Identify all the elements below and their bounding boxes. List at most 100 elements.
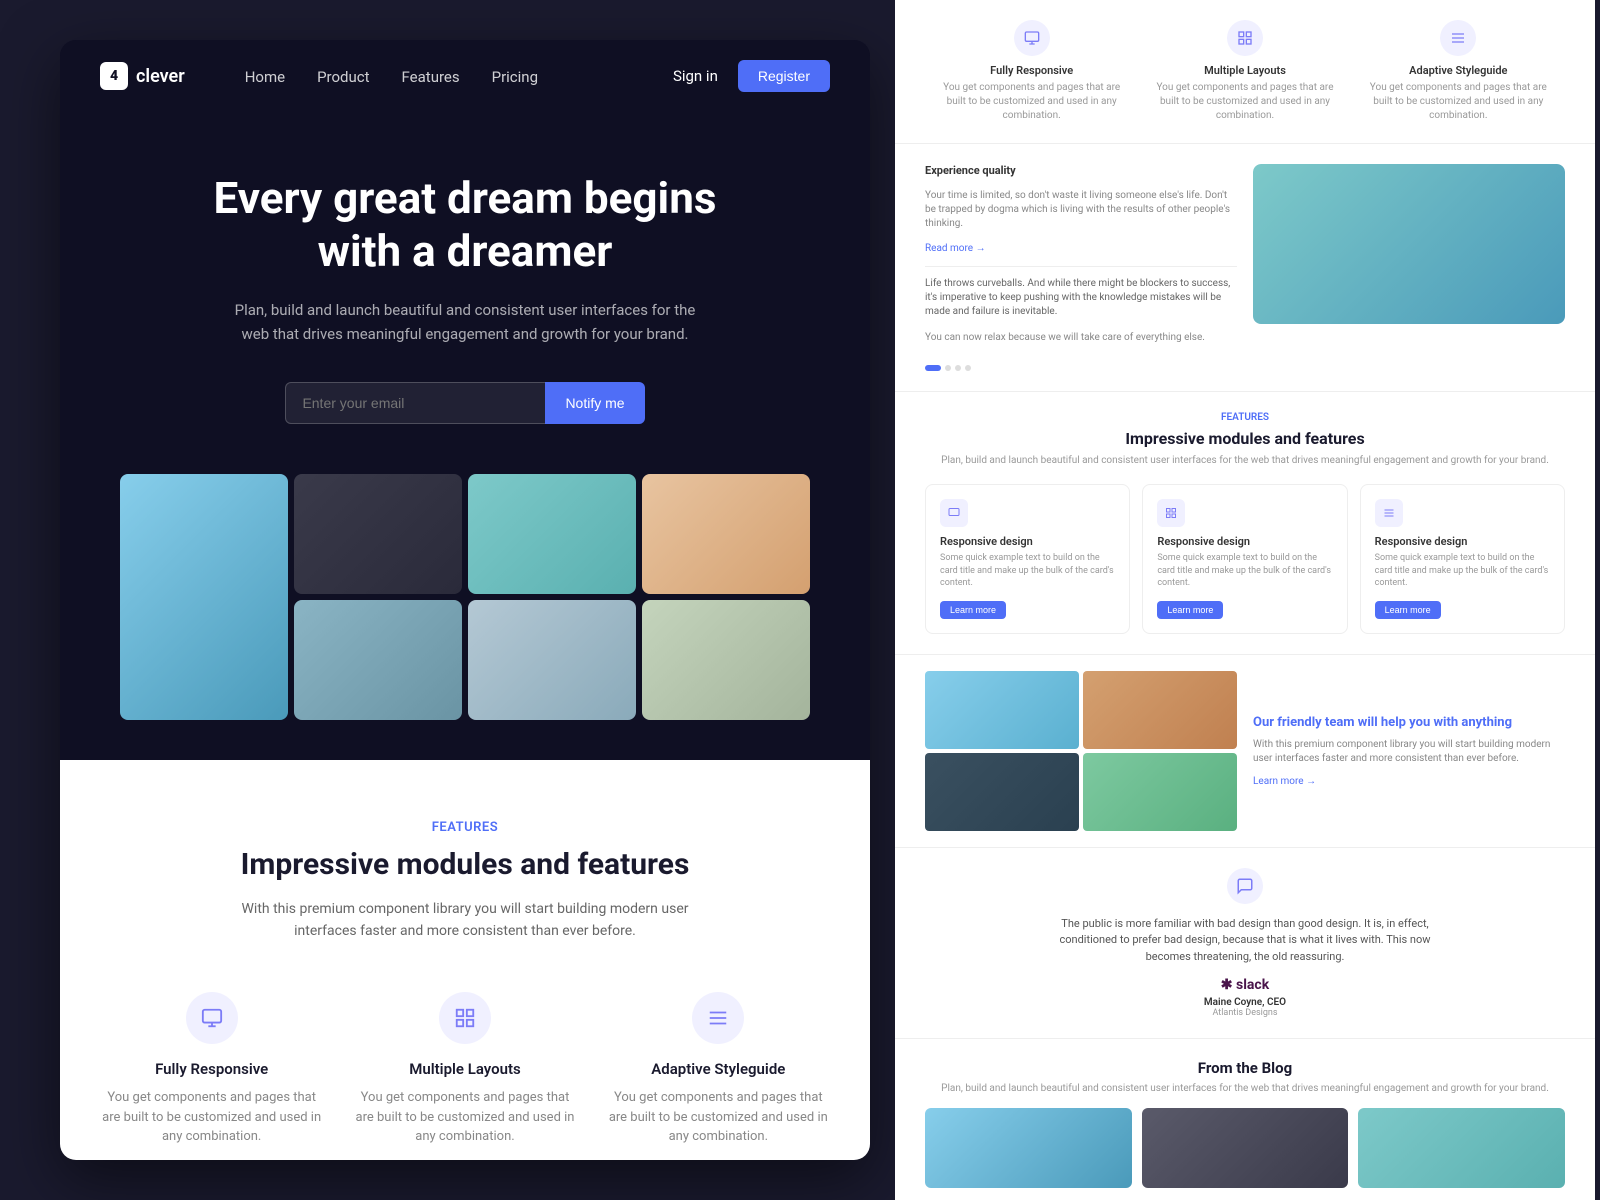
rp-team-content: Our friendly team will help you with any… <box>1253 671 1565 831</box>
logo[interactable]: 4 clever <box>100 62 185 90</box>
features-title: Impressive modules and features <box>100 847 830 882</box>
hero-description: Plan, build and launch beautiful and con… <box>225 298 705 346</box>
feature-item-1: Fully Responsive You get components and … <box>100 992 323 1147</box>
rp-blog-section: From the Blog Plan, build and launch bea… <box>895 1039 1595 1200</box>
rp-blog-grid <box>925 1108 1565 1188</box>
logo-icon: 4 <box>100 62 128 90</box>
feature-item-2: Multiple Layouts You get components and … <box>353 992 576 1147</box>
styleguide-icon <box>707 1007 729 1029</box>
hero-section: Every great dream begins with a dreamer … <box>60 112 870 760</box>
rp-features-section-title: Impressive modules and features <box>925 429 1565 448</box>
rp-blog-title: From the Blog <box>925 1059 1565 1077</box>
rp-feature-col-2: Multiple Layouts You get components and … <box>1138 20 1351 123</box>
nav-features[interactable]: Features <box>402 68 460 86</box>
rp-quote-section: The public is more familiar with bad des… <box>895 848 1595 1040</box>
features-section: FEATURES Impressive modules and features… <box>60 760 870 1160</box>
rp-team-img-1 <box>925 671 1079 749</box>
hero-images <box>100 474 830 720</box>
rp-blog-img-2 <box>1142 1108 1349 1188</box>
rp-quote-role: Atlantis Designs <box>925 1008 1565 1018</box>
feature-3-desc: You get components and pages that are bu… <box>607 1088 830 1147</box>
rp-exp-quote: Life throws curveballs. And while there … <box>925 266 1237 319</box>
right-panel-inner: Fully Responsive You get components and … <box>895 0 1595 1200</box>
rp-features-section-desc: Plan, build and launch beautiful and con… <box>925 454 1565 468</box>
hero-image-3 <box>468 474 636 594</box>
rp-card-2-btn[interactable]: Learn more <box>1157 601 1223 619</box>
sign-in-link[interactable]: Sign in <box>673 67 718 85</box>
rp-team-desc: With this premium component library you … <box>1253 738 1565 766</box>
nav-actions: Sign in Register <box>673 60 830 92</box>
rp-quote-icon <box>1227 868 1263 904</box>
feature-item-3: Adaptive Styleguide You get components a… <box>607 992 830 1147</box>
feature-icon-responsive <box>186 992 238 1044</box>
hero-image-5 <box>294 600 462 720</box>
rp-card-2: Responsive design Some quick example tex… <box>1142 484 1347 634</box>
rp-responsive-icon <box>1014 20 1050 56</box>
rp-team-img-2 <box>1083 671 1237 749</box>
features-label: FEATURES <box>100 820 830 835</box>
rp-card-3-desc: Some quick example text to build on the … <box>1375 552 1550 590</box>
rp-blog-sub: Plan, build and launch beautiful and con… <box>925 1083 1565 1094</box>
features-description: With this premium component library you … <box>215 898 715 943</box>
rp-exp-left: Experience quality Your time is limited,… <box>925 164 1237 371</box>
rp-experience-photo <box>1253 164 1565 324</box>
rp-styleguide-icon <box>1440 20 1476 56</box>
rp-team-section: Our friendly team will help you with any… <box>895 655 1595 848</box>
rp-layouts-icon <box>1227 20 1263 56</box>
rp-card-1-title: Responsive design <box>940 535 1115 548</box>
rp-dot-1 <box>925 365 941 371</box>
rp-exp-label: Experience quality <box>925 164 1237 177</box>
rp-features-cards-section: FEATURES Impressive modules and features… <box>895 392 1595 655</box>
rp-card-1-btn[interactable]: Learn more <box>940 601 1006 619</box>
nav-links: Home Product Features Pricing <box>245 67 538 86</box>
rp-cards-grid: Responsive design Some quick example tex… <box>925 484 1565 634</box>
features-grid: Fully Responsive You get components and … <box>100 992 830 1147</box>
hero-image-6 <box>468 600 636 720</box>
feature-icon-layouts <box>439 992 491 1044</box>
layouts-icon <box>454 1007 476 1029</box>
right-panel: Fully Responsive You get components and … <box>895 0 1595 1200</box>
rp-card-2-icon <box>1157 499 1185 527</box>
rp-dot-4 <box>965 365 971 371</box>
rp-team-images <box>925 671 1237 831</box>
register-button[interactable]: Register <box>738 60 830 92</box>
rp-team-title: Our friendly team will help you with any… <box>1253 715 1565 730</box>
notify-button[interactable]: Notify me <box>545 382 644 424</box>
hero-image-2 <box>294 474 462 594</box>
rp-pagination <box>925 365 1237 371</box>
rp-card-3-btn[interactable]: Learn more <box>1375 601 1441 619</box>
rp-dot-3 <box>955 365 961 371</box>
rp-feat-3-title: Adaptive Styleguide <box>1362 64 1555 77</box>
feature-2-title: Multiple Layouts <box>353 1060 576 1078</box>
feature-1-title: Fully Responsive <box>100 1060 323 1078</box>
rp-feat-2-title: Multiple Layouts <box>1148 64 1341 77</box>
nav-home[interactable]: Home <box>245 68 285 86</box>
rp-feat-1-title: Fully Responsive <box>935 64 1128 77</box>
email-input[interactable] <box>285 382 545 424</box>
main-panel: 4 clever Home Product Features Pricing S… <box>60 40 870 1160</box>
hero-image-4 <box>642 474 810 594</box>
rp-quote-text: The public is more familiar with bad des… <box>1045 916 1445 966</box>
navigation: 4 clever Home Product Features Pricing S… <box>60 40 870 112</box>
rp-feat-3-desc: You get components and pages that are bu… <box>1362 81 1555 123</box>
feature-1-desc: You get components and pages that are bu… <box>100 1088 323 1147</box>
rp-quote-author: Maine Coyne, CEO <box>925 997 1565 1008</box>
nav-product[interactable]: Product <box>317 68 369 86</box>
rp-card-3: Responsive design Some quick example tex… <box>1360 484 1565 634</box>
rp-read-more-link[interactable]: Read more → <box>925 243 1237 254</box>
rp-team-learn-more[interactable]: Learn more → <box>1253 776 1565 787</box>
rp-card-1: Responsive design Some quick example tex… <box>925 484 1130 634</box>
email-form: Notify me <box>100 382 830 424</box>
rp-exp-quote2: You can now relax because we will take c… <box>925 331 1237 345</box>
brand-name: clever <box>136 66 185 87</box>
rp-card-1-desc: Some quick example text to build on the … <box>940 552 1115 590</box>
rp-quote-brand: ✱ slack <box>925 977 1565 993</box>
rp-feature-col-1: Fully Responsive You get components and … <box>925 20 1138 123</box>
hero-image-1 <box>120 474 288 720</box>
nav-pricing[interactable]: Pricing <box>492 68 538 86</box>
rp-feat-2-desc: You get components and pages that are bu… <box>1148 81 1341 123</box>
rp-blog-img-3 <box>1358 1108 1565 1188</box>
feature-icon-styleguide <box>692 992 744 1044</box>
rp-blog-img-1 <box>925 1108 1132 1188</box>
rp-card-3-icon <box>1375 499 1403 527</box>
